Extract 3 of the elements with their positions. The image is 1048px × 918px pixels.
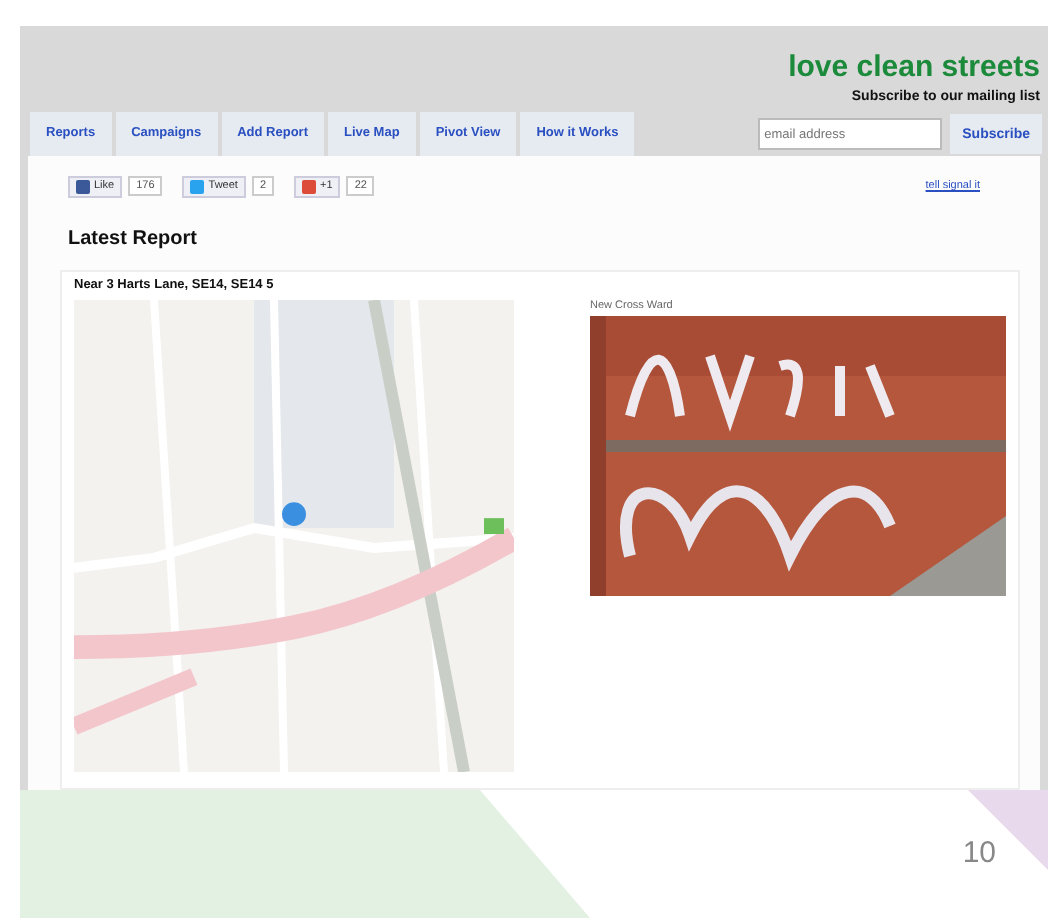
site-logo[interactable]: love clean streets [788,50,1040,86]
slide-number: 10 [962,836,996,870]
section-heading: Latest Report [68,228,199,250]
